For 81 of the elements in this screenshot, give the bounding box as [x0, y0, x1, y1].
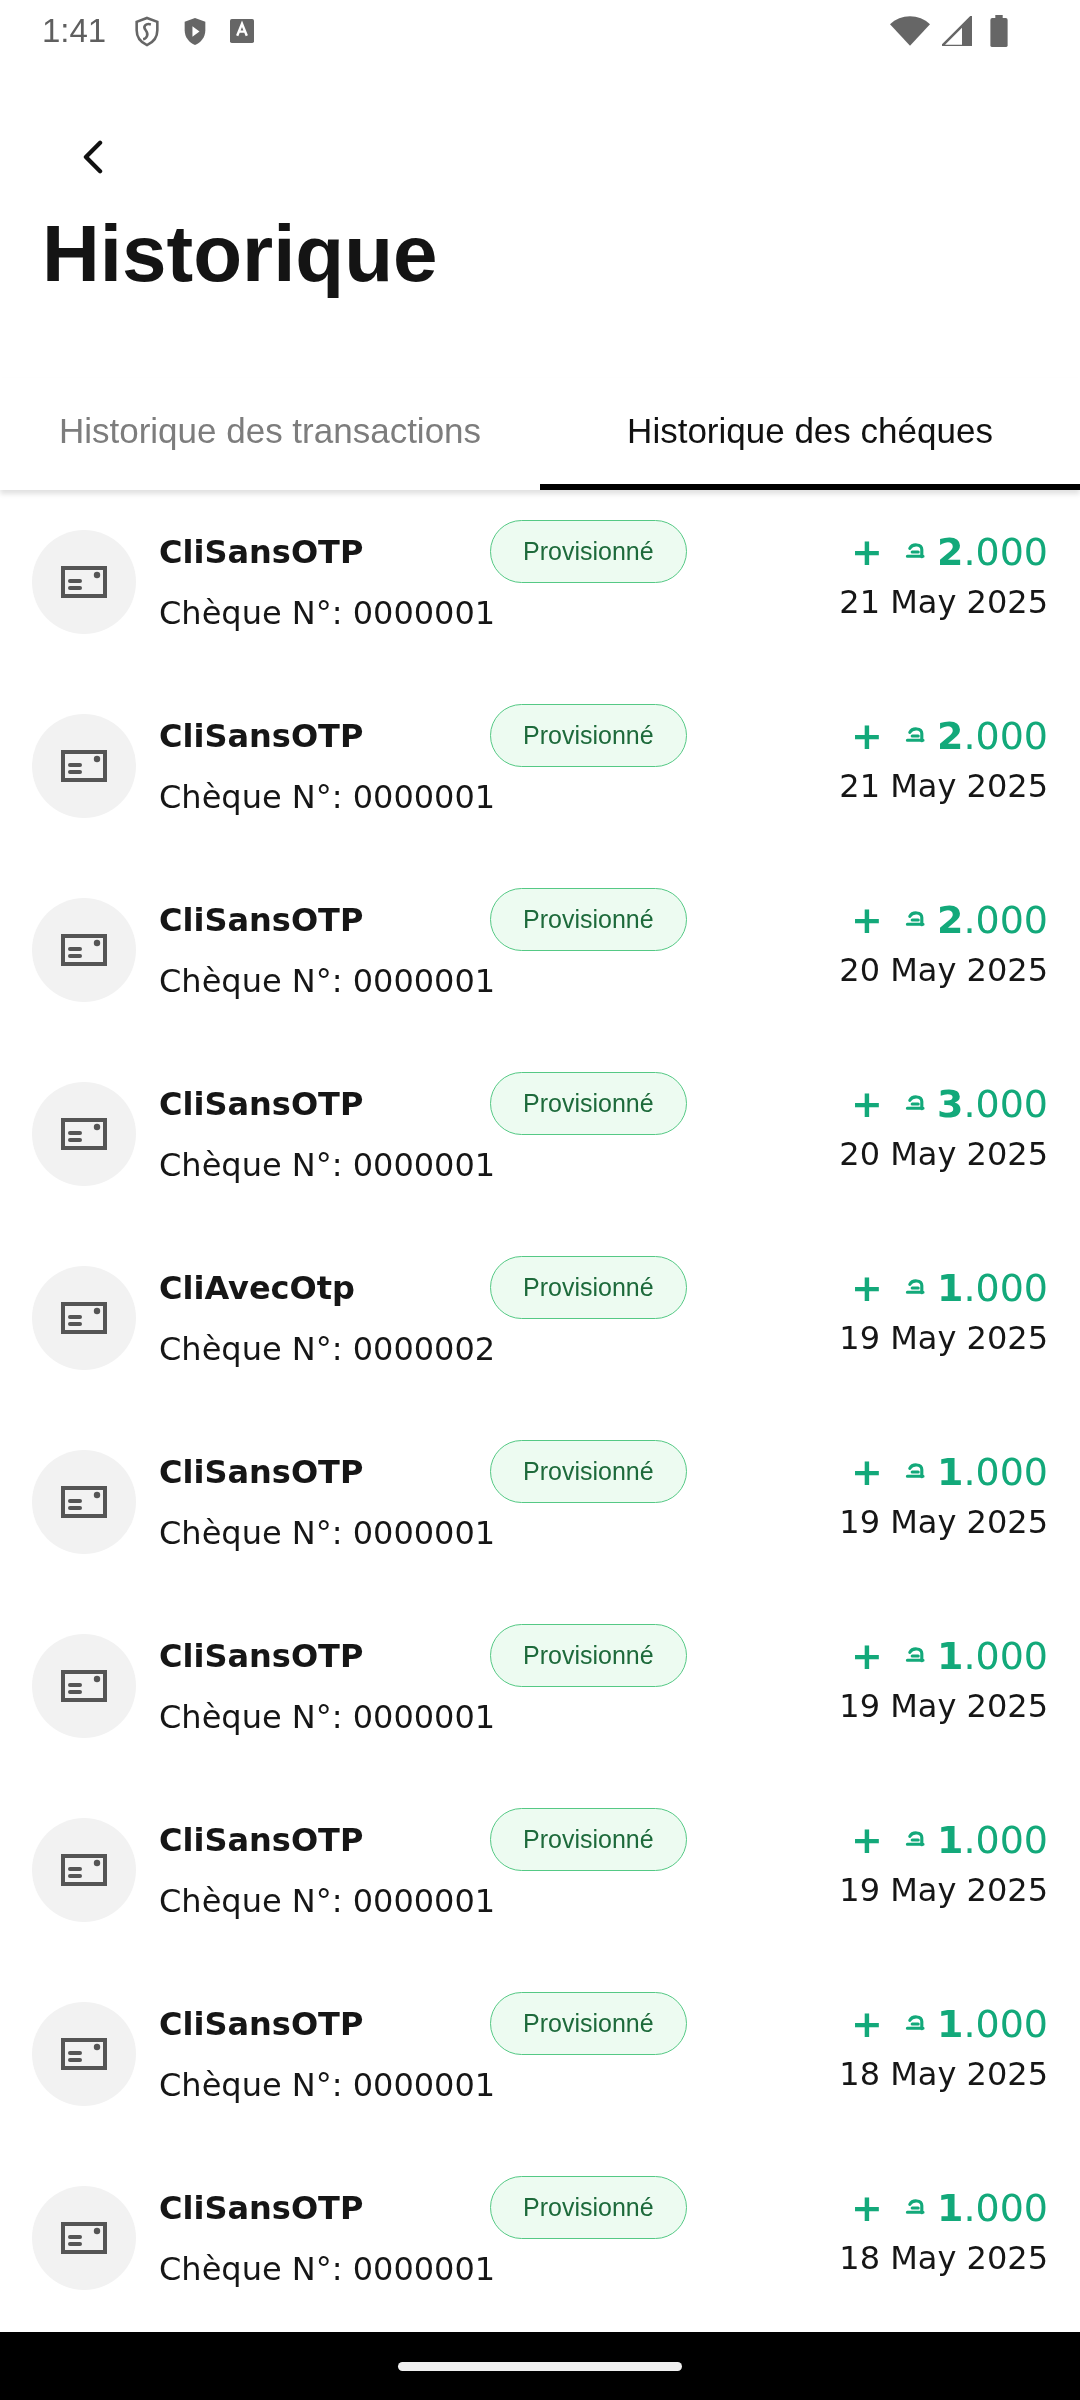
- cheque-icon: [32, 529, 136, 634]
- amount: 2.000: [936, 713, 1048, 758]
- transaction-date: 21 May 2025: [839, 767, 1048, 805]
- status-badge: Provisionné: [490, 888, 687, 951]
- transaction-date: 18 May 2025: [839, 2239, 1048, 2277]
- amount: 1.000: [936, 2001, 1048, 2046]
- amount-sign: +: [851, 529, 883, 574]
- cheque-icon: [32, 1449, 136, 1554]
- status-badge: Provisionné: [490, 1808, 687, 1871]
- amount-sign: +: [851, 713, 883, 758]
- amount-sign: +: [851, 1817, 883, 1862]
- status-badge: Provisionné: [490, 520, 687, 583]
- amount-sign: +: [851, 1081, 883, 1126]
- tab[interactable]: Historique des transactions: [0, 378, 540, 490]
- transaction-date: 20 May 2025: [839, 951, 1048, 989]
- amount: 2.000: [936, 529, 1048, 574]
- tab[interactable]: Historique des chéques: [540, 378, 1080, 490]
- payee-name: CliSansOTP: [159, 2188, 365, 2227]
- cheque-number: Chèque N°: 0000001: [159, 2066, 497, 2104]
- back-icon[interactable]: [83, 140, 103, 174]
- transaction-date: 18 May 2025: [839, 2055, 1048, 2093]
- home-handle[interactable]: [398, 2361, 682, 2371]
- amount-sign: +: [851, 1633, 883, 1678]
- wifi-icon: [890, 16, 930, 46]
- amount-sign: +: [851, 2185, 883, 2230]
- transaction-date: 19 May 2025: [839, 1319, 1048, 1357]
- payee-name: CliSansOTP: [159, 1084, 365, 1123]
- cheque-number: Chèque N°: 0000001: [159, 2250, 497, 2288]
- amount-sign: +: [851, 2001, 883, 2046]
- cheque-icon: [32, 1081, 136, 1186]
- cheque-icon: [32, 1817, 136, 1922]
- cheque-icon: [32, 2001, 136, 2106]
- status-time: 1:41: [42, 12, 107, 50]
- cheque-number: Chèque N°: 0000001: [159, 594, 497, 632]
- cheque-icon: [32, 897, 136, 1002]
- amount: 1.000: [936, 1265, 1048, 1310]
- amount: 2.000: [936, 897, 1048, 942]
- status-badge: Provisionné: [490, 1624, 687, 1687]
- payee-name: CliSansOTP: [159, 2004, 365, 2043]
- cheque-icon: [32, 1265, 136, 1370]
- amount-sign: +: [851, 1265, 883, 1310]
- amount: 1.000: [936, 2185, 1048, 2230]
- cheque-icon: [32, 2185, 136, 2290]
- signal-icon: [942, 16, 972, 46]
- payee-name: CliSansOTP: [159, 716, 365, 755]
- status-badge: Provisionné: [490, 1256, 687, 1319]
- cheque-number: Chèque N°: 0000001: [159, 1882, 497, 1920]
- cheque-icon: [32, 713, 136, 818]
- transaction-date: 20 May 2025: [839, 1135, 1048, 1173]
- transaction-date: 21 May 2025: [839, 583, 1048, 621]
- transaction-date: 19 May 2025: [839, 1503, 1048, 1541]
- amount: 1.000: [936, 1633, 1048, 1678]
- transaction-date: 19 May 2025: [839, 1687, 1048, 1725]
- transaction-date: 19 May 2025: [839, 1871, 1048, 1909]
- status-badge: Provisionné: [490, 704, 687, 767]
- status-badge: Provisionné: [490, 1440, 687, 1503]
- cheque-number: Chèque N°: 0000001: [159, 1146, 497, 1184]
- status-badge: Provisionné: [490, 1072, 687, 1135]
- status-badge: Provisionné: [490, 1992, 687, 2055]
- amount: 1.000: [936, 1449, 1048, 1494]
- payee-name: CliAvecOtp: [159, 1268, 356, 1307]
- battery-icon: [990, 15, 1008, 47]
- amount-sign: +: [851, 897, 883, 942]
- amount-sign: +: [851, 1449, 883, 1494]
- payee-name: CliSansOTP: [159, 532, 365, 571]
- payee-name: CliSansOTP: [159, 1452, 365, 1491]
- cheque-number: Chèque N°: 0000001: [159, 962, 497, 1000]
- cheque-icon: [32, 1633, 136, 1738]
- amount: 1.000: [936, 1817, 1048, 1862]
- amount: 3.000: [936, 1081, 1048, 1126]
- status-badge: Provisionné: [490, 2176, 687, 2239]
- payee-name: CliSansOTP: [159, 1636, 365, 1675]
- cheque-number: Chèque N°: 0000001: [159, 778, 497, 816]
- cheque-number: Chèque N°: 0000001: [159, 1698, 497, 1736]
- text-box-icon: [230, 19, 255, 43]
- payee-name: CliSansOTP: [159, 900, 365, 939]
- payee-name: CliSansOTP: [159, 1820, 365, 1859]
- cheque-number: Chèque N°: 0000002: [159, 1330, 497, 1368]
- page-title: Historique: [42, 208, 439, 300]
- cheque-number: Chèque N°: 0000001: [159, 1514, 497, 1552]
- shield-icon: [134, 15, 161, 47]
